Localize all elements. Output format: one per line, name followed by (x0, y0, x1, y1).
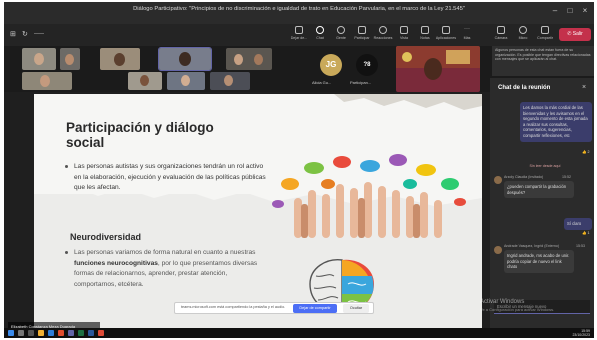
minimize-icon[interactable]: – (549, 5, 561, 17)
leave-button[interactable]: ✆ Salir (559, 28, 591, 41)
unread-divider: Sin leer desde aquí (529, 164, 561, 168)
avatar (494, 246, 502, 254)
meeting-toolbar: ⊞ ↻ —— Dejar de... Chat Gente Participar… (4, 24, 594, 46)
message-time: 15:53 (576, 244, 585, 248)
close-chat-icon[interactable]: × (582, 84, 586, 91)
reaction-icon (379, 26, 387, 34)
start-icon[interactable] (8, 330, 14, 336)
participant-name: Alicia Gu... (312, 80, 332, 85)
participant-avatar: ?8 (356, 54, 378, 76)
meeting-timer: —— (34, 31, 44, 37)
chrome-icon[interactable] (98, 330, 104, 336)
excel-icon[interactable] (78, 330, 84, 336)
title-bar: Diálogo Participativo: "Principios de no… (4, 2, 594, 24)
participant-video (128, 72, 162, 90)
shared-slide: Participación y diálogo social Las perso… (34, 94, 482, 334)
slide-title: Participación y diálogo social (66, 120, 214, 150)
share-icon (295, 26, 303, 34)
avatar (494, 176, 502, 184)
teams-icon[interactable] (68, 330, 74, 336)
toolbar-apps-button[interactable]: Aplicaciones (435, 25, 457, 45)
window-title: Diálogo Participativo: "Principios de no… (133, 6, 465, 12)
word-icon[interactable] (88, 330, 94, 336)
participant-video (158, 47, 212, 71)
participant-video (60, 48, 80, 70)
toolbar-mic-button[interactable]: Micro (512, 25, 534, 45)
task-view-icon[interactable] (28, 330, 34, 336)
message-author: Arzoly Claudia (Invitado) (504, 175, 544, 179)
apps-icon (442, 26, 450, 34)
slide-bullet: Las personas autistas y sus organizacion… (65, 162, 270, 194)
toolbar-people-button[interactable]: Gente (330, 25, 352, 45)
message-author: Andrade Vasquez, Ingrid (Externo) (504, 244, 560, 248)
toolbar-notes-button[interactable]: Notas (414, 25, 436, 45)
windows-activation-subtext: Ve a Configuración para activar Windows. (480, 307, 555, 312)
chat-header: Chat de la reunión (498, 85, 551, 91)
grid-icon[interactable]: ⊞ (10, 30, 16, 38)
toolbar-share-screen-button[interactable]: Compartir (534, 25, 556, 45)
participant-video (22, 72, 72, 90)
taskbar-clock: 15:59 23/10/2023 (572, 329, 590, 337)
notes-icon (421, 26, 429, 34)
file-explorer-icon[interactable] (38, 330, 44, 336)
chat-message: ¿pueden compartir la grabación después? (504, 181, 574, 199)
message-reaction: 👍 1 (582, 231, 590, 235)
raised-hands-illustration (272, 154, 466, 238)
participant-video (22, 48, 56, 70)
message-reaction: 👍 2 (582, 150, 590, 154)
view-icon (400, 26, 408, 34)
toolbar-reactions-button[interactable]: Reacciones (372, 25, 394, 45)
meeting-window: Diálogo Participativo: "Principios de no… (4, 2, 594, 338)
slide-subtitle: Neurodiversidad (70, 232, 142, 242)
chat-external-notice: Algunos personas de esta chat estan fuer… (492, 46, 594, 76)
toolbar-camera-button[interactable]: Cámara (490, 25, 512, 45)
hand-icon (358, 26, 366, 34)
participant-avatar: JG (320, 54, 342, 76)
windows-taskbar: 15:59 23/10/2023 (4, 328, 594, 338)
participant-name: Participan... (350, 80, 372, 85)
message-time: 15:52 (562, 175, 571, 179)
toolbar-view-button[interactable]: Vista (393, 25, 415, 45)
participant-video (210, 72, 250, 90)
toolbar-raise-hand-button[interactable]: Participar (351, 25, 373, 45)
mic-icon (519, 26, 527, 34)
toolbar-chat-button[interactable]: Chat (309, 25, 331, 45)
toolbar-share-button[interactable]: Dejar de... (288, 25, 310, 45)
toolbar-more-button[interactable]: ··· Más (456, 25, 478, 45)
stop-sharing-button[interactable]: Dejar de compartir (293, 304, 337, 313)
share-screen-icon (541, 26, 549, 34)
maximize-icon[interactable]: □ (564, 5, 576, 17)
screen-share-notification: teams.microsoft.com está compartiendo la… (174, 302, 374, 314)
participant-video (226, 48, 272, 70)
chat-message: Ingrid andrade, ms acabo de unir. podría… (504, 250, 574, 273)
edge-icon[interactable] (48, 330, 54, 336)
participant-video (100, 48, 140, 70)
participant-video-large (396, 46, 480, 92)
people-icon (337, 26, 345, 34)
slide-bullet: Las personas variamos de forma natural e… (65, 248, 270, 290)
participant-video (167, 72, 205, 90)
hide-button[interactable]: Ocultar (343, 304, 369, 313)
close-icon[interactable]: × (579, 5, 591, 17)
office-icon[interactable] (58, 330, 64, 336)
chat-message: Sí claro (564, 218, 592, 230)
chat-message: Les damos la más cordial de las bienveni… (520, 102, 592, 142)
windows-activation-watermark: Activar Windows (480, 299, 525, 305)
camera-icon (497, 26, 505, 34)
refresh-icon[interactable]: ↻ (22, 30, 28, 38)
more-icon: ··· (464, 26, 470, 32)
search-icon[interactable] (18, 330, 24, 336)
chat-icon (316, 26, 324, 34)
